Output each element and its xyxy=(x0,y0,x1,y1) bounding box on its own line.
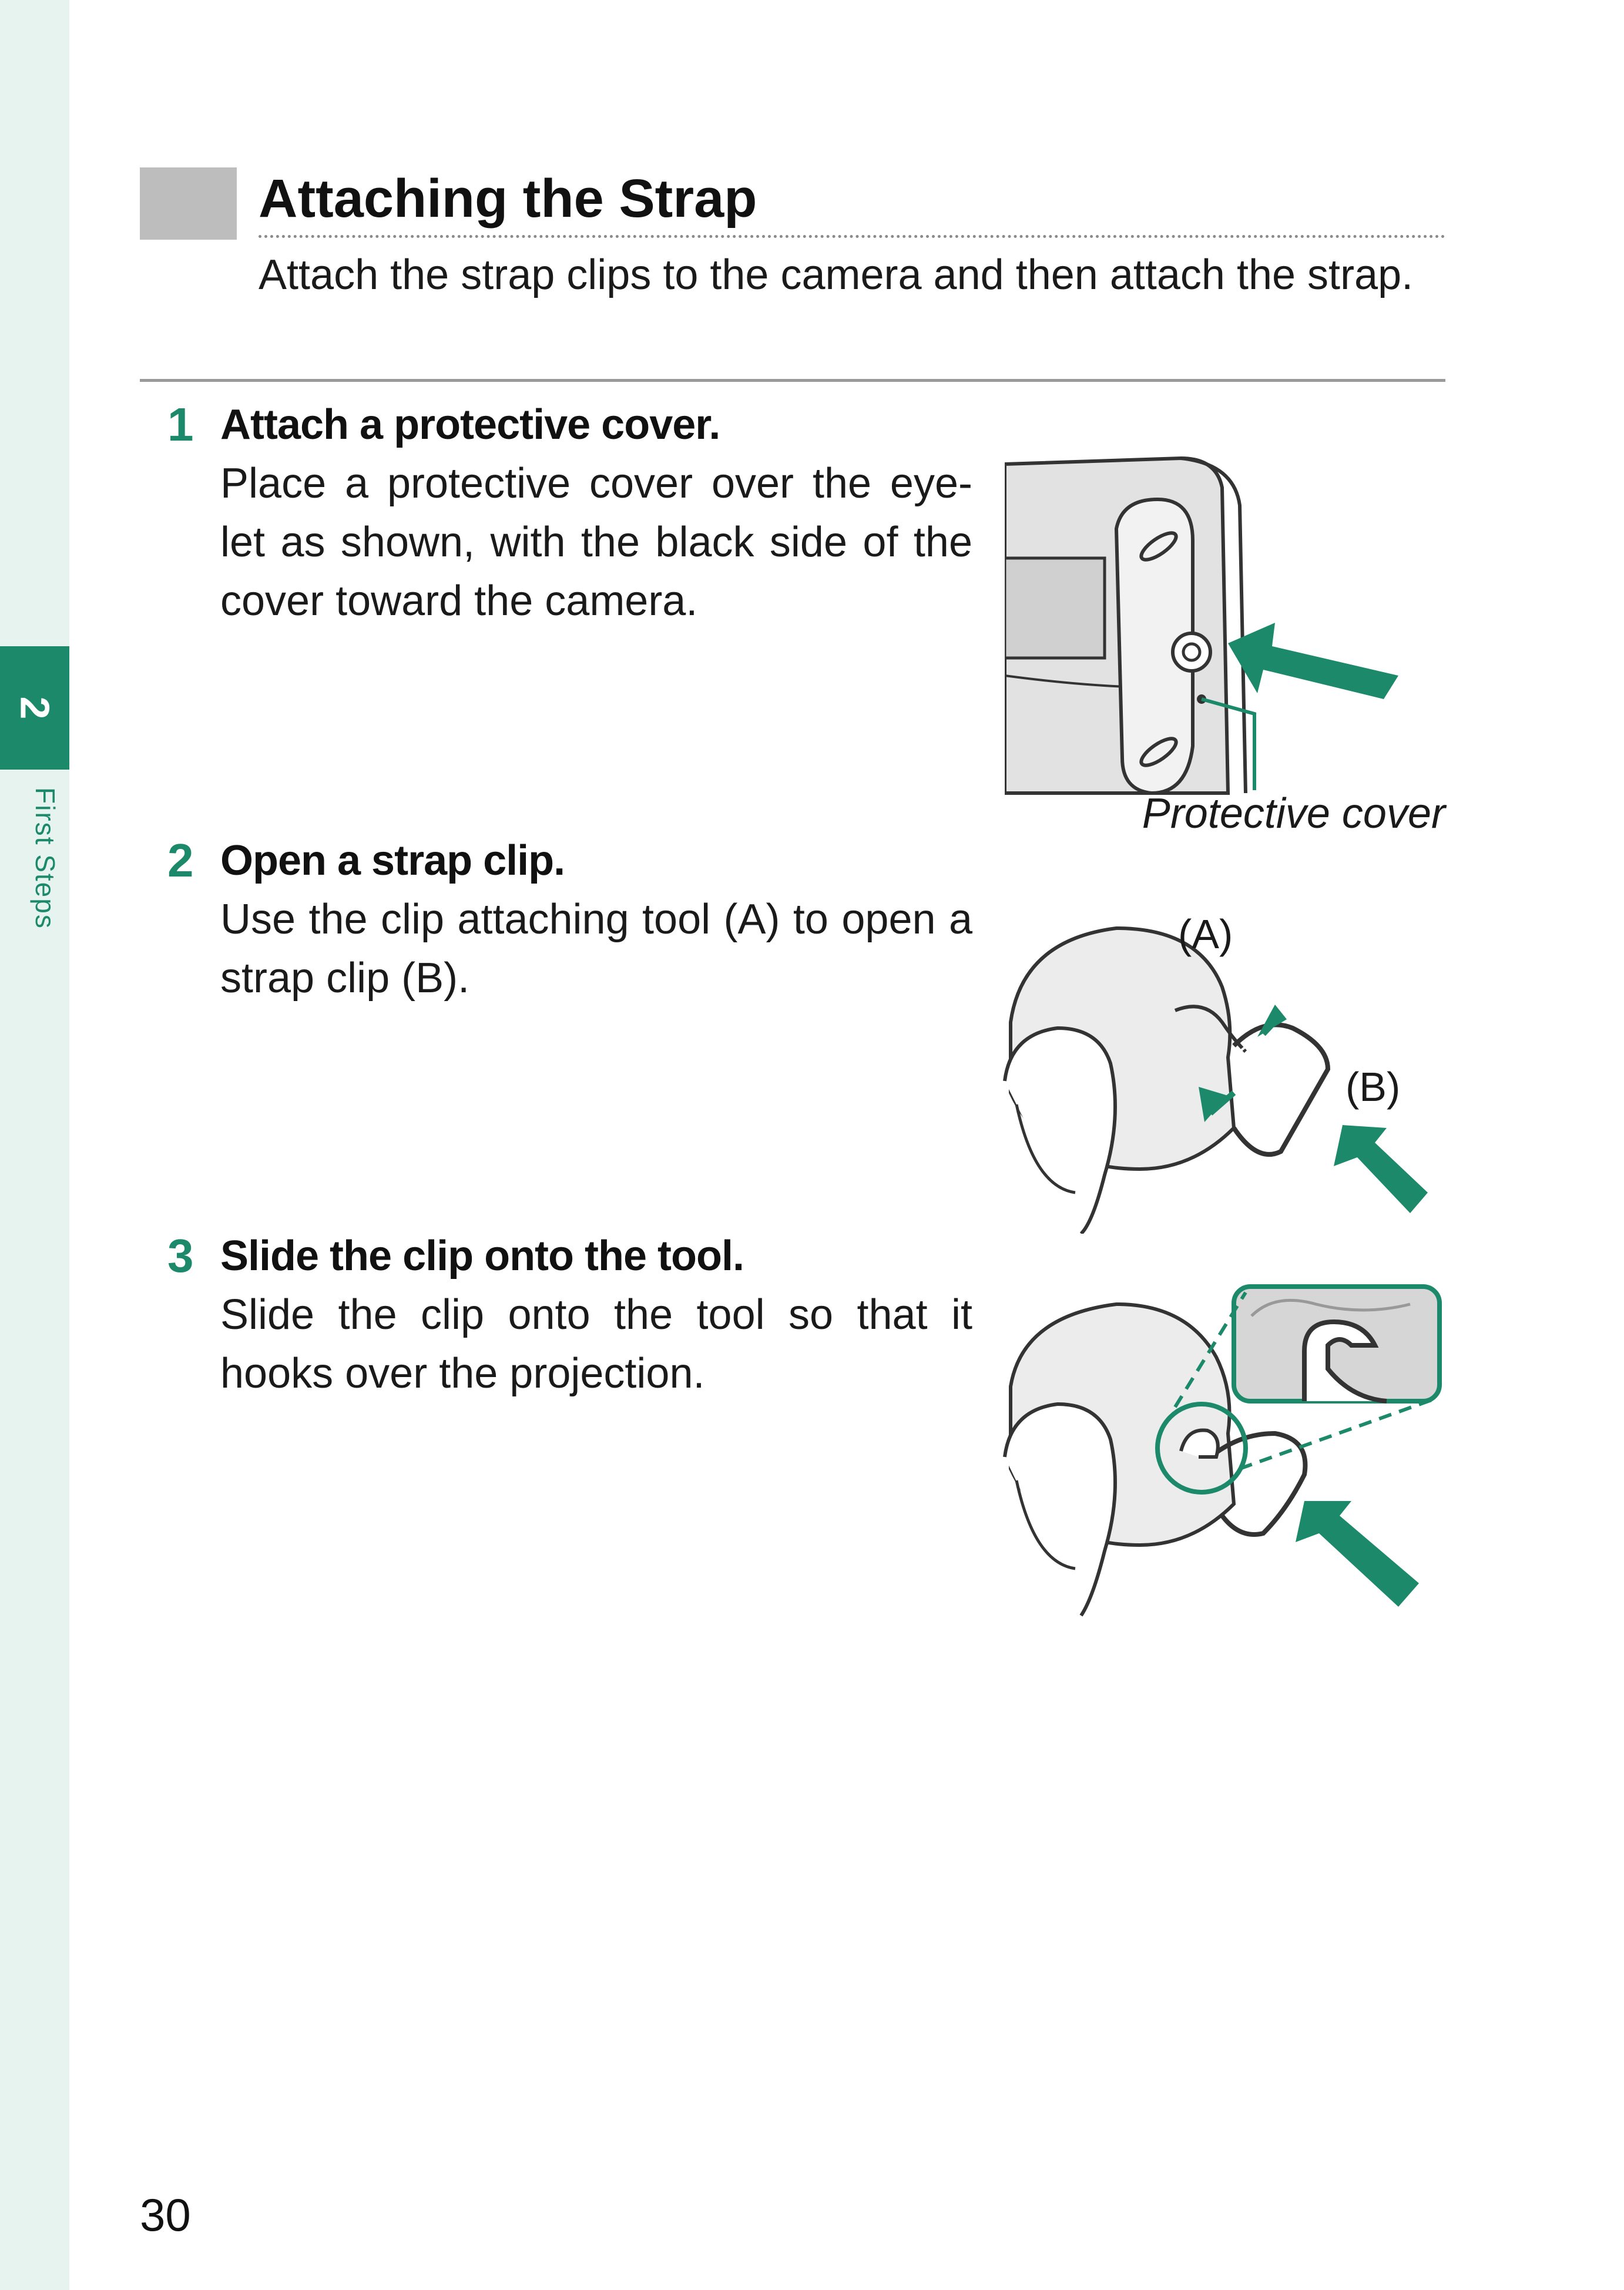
sidebar-strip xyxy=(0,0,69,2290)
camera-eyelet-illustration xyxy=(1005,456,1398,795)
section-divider xyxy=(140,379,1445,382)
step-3-number: 3 xyxy=(167,1230,194,1282)
step-2-number: 2 xyxy=(167,834,194,887)
chapter-number: 2 xyxy=(12,696,58,720)
step-3-body: Slide the clip onto the tool so that it … xyxy=(220,1291,972,1397)
protective-cover-caption: Protective cover xyxy=(1142,790,1445,837)
step-2-heading: Open a strap clip. xyxy=(220,837,565,884)
clip-on-tool-illustration xyxy=(1003,1284,1442,1617)
chapter-tab: 2 xyxy=(0,646,69,770)
title-dotted-rule xyxy=(259,235,1445,238)
step-1-number: 1 xyxy=(167,398,194,451)
step-1-body: Place a protective cover over the eye-le… xyxy=(220,460,972,624)
page-number: 30 xyxy=(140,2189,191,2241)
callout-a-label: (A) xyxy=(1178,911,1233,957)
page-title: Attaching the Strap xyxy=(259,169,757,229)
step-2-body: Use the clip attaching tool (A) to open … xyxy=(220,896,972,1002)
chapter-label: First Steps xyxy=(30,787,61,929)
step-1-heading: Attach a protective cover. xyxy=(220,401,720,448)
step-3-heading: Slide the clip onto the tool. xyxy=(220,1233,744,1280)
callout-b-label: (B) xyxy=(1345,1064,1401,1110)
section-intro: Attach the strap clips to the camera and… xyxy=(259,251,1414,298)
section-marker-box xyxy=(140,167,237,240)
